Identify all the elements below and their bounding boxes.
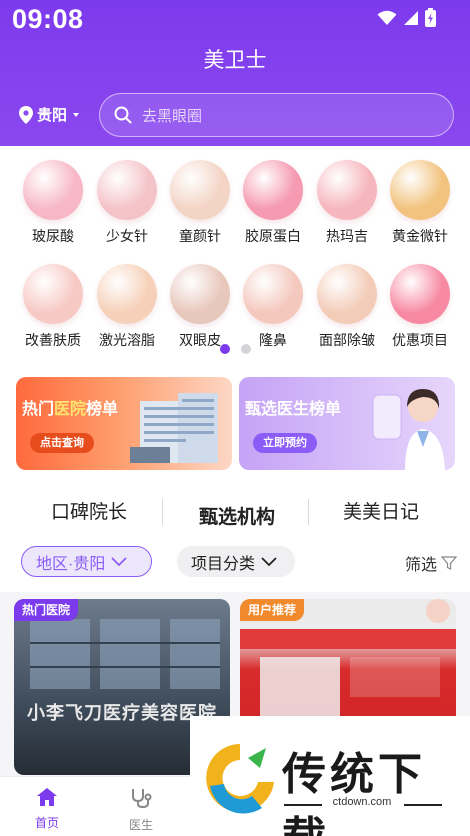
category-item[interactable]: 黄金微针 — [381, 160, 459, 246]
category-label: 改善肤质 — [25, 332, 81, 348]
category-item[interactable]: 热玛吉 — [308, 160, 386, 246]
status-bar: 09:08 — [0, 0, 470, 40]
project-category-filter[interactable]: 项目分类 — [177, 546, 295, 577]
hospital-ranking-banner[interactable]: 热门医院榜单 点击查询 — [16, 377, 232, 470]
banner-title: 热门医院榜单 — [22, 395, 118, 419]
heart-gift-icon — [390, 264, 450, 324]
chevron-down-icon — [261, 556, 277, 566]
wrinkle-removal-face-icon — [317, 264, 377, 324]
skin-care-face-icon — [23, 264, 83, 324]
city-name: 贵阳 — [37, 107, 68, 124]
doctor-image — [372, 389, 445, 470]
category-label: 激光溶脂 — [99, 332, 155, 348]
thermage-device-icon — [317, 160, 377, 220]
filter-button[interactable]: 筛选 — [405, 551, 457, 575]
category-label: 童颜针 — [179, 228, 221, 244]
page-title: 美卫士 — [203, 49, 267, 72]
status-time: 09:08 — [12, 4, 84, 34]
watermark-url-text: ctdown.com — [328, 796, 396, 808]
banner-title-text: 热门医院榜单 — [22, 401, 119, 418]
watermark-overlay: 传统下载 ctdown.com — [190, 716, 470, 836]
search-input[interactable]: 去黑眼圈 — [99, 93, 454, 137]
category-item[interactable]: 玻尿酸 — [14, 160, 92, 246]
category-label: 黄金微针 — [392, 228, 448, 244]
location-pin-icon — [19, 105, 33, 124]
caret-down-icon — [73, 112, 80, 117]
search-placeholder: 去黑眼圈 — [142, 107, 203, 125]
category-label: 双眼皮 — [179, 332, 221, 348]
category-label: 隆鼻 — [259, 332, 287, 348]
category-item[interactable]: 胶原蛋白 — [234, 160, 312, 246]
tab-reputation[interactable]: 口碑院长 — [51, 497, 127, 524]
header: 09:08 美卫士 贵阳 去黑眼圈 — [0, 0, 470, 146]
home-icon — [37, 788, 57, 806]
chevron-down-icon — [111, 556, 127, 566]
nav-home-label: 首页 — [34, 816, 59, 830]
category-item[interactable]: 改善肤质 — [14, 264, 92, 350]
nav-doctor[interactable]: 医生 — [111, 787, 171, 833]
watermark-logo — [206, 744, 274, 814]
search-icon — [114, 106, 132, 124]
hospital-building-image — [130, 393, 218, 463]
query-button[interactable]: 点击查询 — [30, 433, 94, 453]
category-item[interactable]: 少女针 — [88, 160, 166, 246]
project-filter-label: 项目分类 — [191, 555, 256, 573]
laser-lipo-device-icon — [97, 264, 157, 324]
banner-title: 甄选医生榜单 — [245, 401, 342, 418]
battery-icon — [425, 8, 436, 27]
youthful-face-icon — [170, 160, 230, 220]
book-now-button[interactable]: 立即预约 — [253, 433, 317, 453]
wifi-icon — [377, 10, 397, 25]
category-label: 少女针 — [106, 228, 148, 244]
category-item[interactable]: 面部除皱 — [308, 264, 386, 350]
category-item[interactable]: 童颜针 — [161, 160, 239, 246]
category-item[interactable]: 优惠项目 — [381, 264, 459, 350]
collagen-bubbles-icon — [243, 160, 303, 220]
status-icons — [377, 8, 436, 27]
tab-institutions[interactable]: 甄选机构 — [199, 502, 275, 529]
category-label: 玻尿酸 — [32, 228, 74, 244]
nav-doctor-label: 医生 — [128, 818, 153, 832]
category-label: 热玛吉 — [326, 228, 368, 244]
card-tag: 用户推荐 — [240, 599, 305, 621]
category-label: 胶原蛋白 — [245, 228, 301, 244]
injection-gun-icon — [97, 160, 157, 220]
category-label: 优惠项目 — [392, 332, 448, 348]
region-filter[interactable]: 地区·贵阳 — [21, 546, 152, 577]
tab-diary[interactable]: 美美日记 — [343, 497, 419, 524]
funnel-icon — [441, 556, 457, 570]
watermark-title: 传统下载 — [282, 749, 426, 836]
hyaluronic-syringe-icon — [23, 160, 83, 220]
filter-label: 筛选 — [404, 557, 437, 574]
region-filter-label: 地区·贵阳 — [36, 555, 106, 573]
category-grid: 玻尿酸 少女针 童颜针 胶原蛋白 热玛吉 黄金微针改善肤质 激光溶脂 双眼皮 隆鼻 面部除皱 优惠项… — [0, 146, 470, 364]
stethoscope-icon — [132, 789, 152, 809]
banner-row: 热门医院榜单 点击查询 甄选医生榜单 立即预约 — [0, 364, 470, 480]
card-tag: 热门医院 — [14, 599, 79, 621]
city-selector[interactable]: 贵阳 — [19, 104, 81, 125]
banner-title-highlight: 医院 — [54, 401, 87, 418]
eye-icon — [170, 264, 230, 324]
category-label: 面部除皱 — [319, 332, 375, 348]
category-item[interactable]: 双眼皮 — [161, 264, 239, 350]
category-item[interactable]: 隆鼻 — [234, 264, 312, 350]
watermark-divider — [404, 804, 442, 806]
gold-microneedle-icon — [390, 160, 450, 220]
tab-divider — [162, 499, 163, 525]
doctor-ranking-banner[interactable]: 甄选医生榜单 立即预约 — [239, 377, 455, 470]
nose-icon — [243, 264, 303, 324]
watermark-url: ctdown.com — [284, 796, 440, 808]
signal-icon — [404, 10, 418, 25]
nav-home[interactable]: 首页 — [17, 787, 77, 831]
tab-bar: 口碑院长 甄选机构 美美日记 地区·贵阳 项目分类 筛选 — [0, 480, 470, 592]
tab-divider — [308, 499, 309, 525]
category-item[interactable]: 激光溶脂 — [88, 264, 166, 350]
